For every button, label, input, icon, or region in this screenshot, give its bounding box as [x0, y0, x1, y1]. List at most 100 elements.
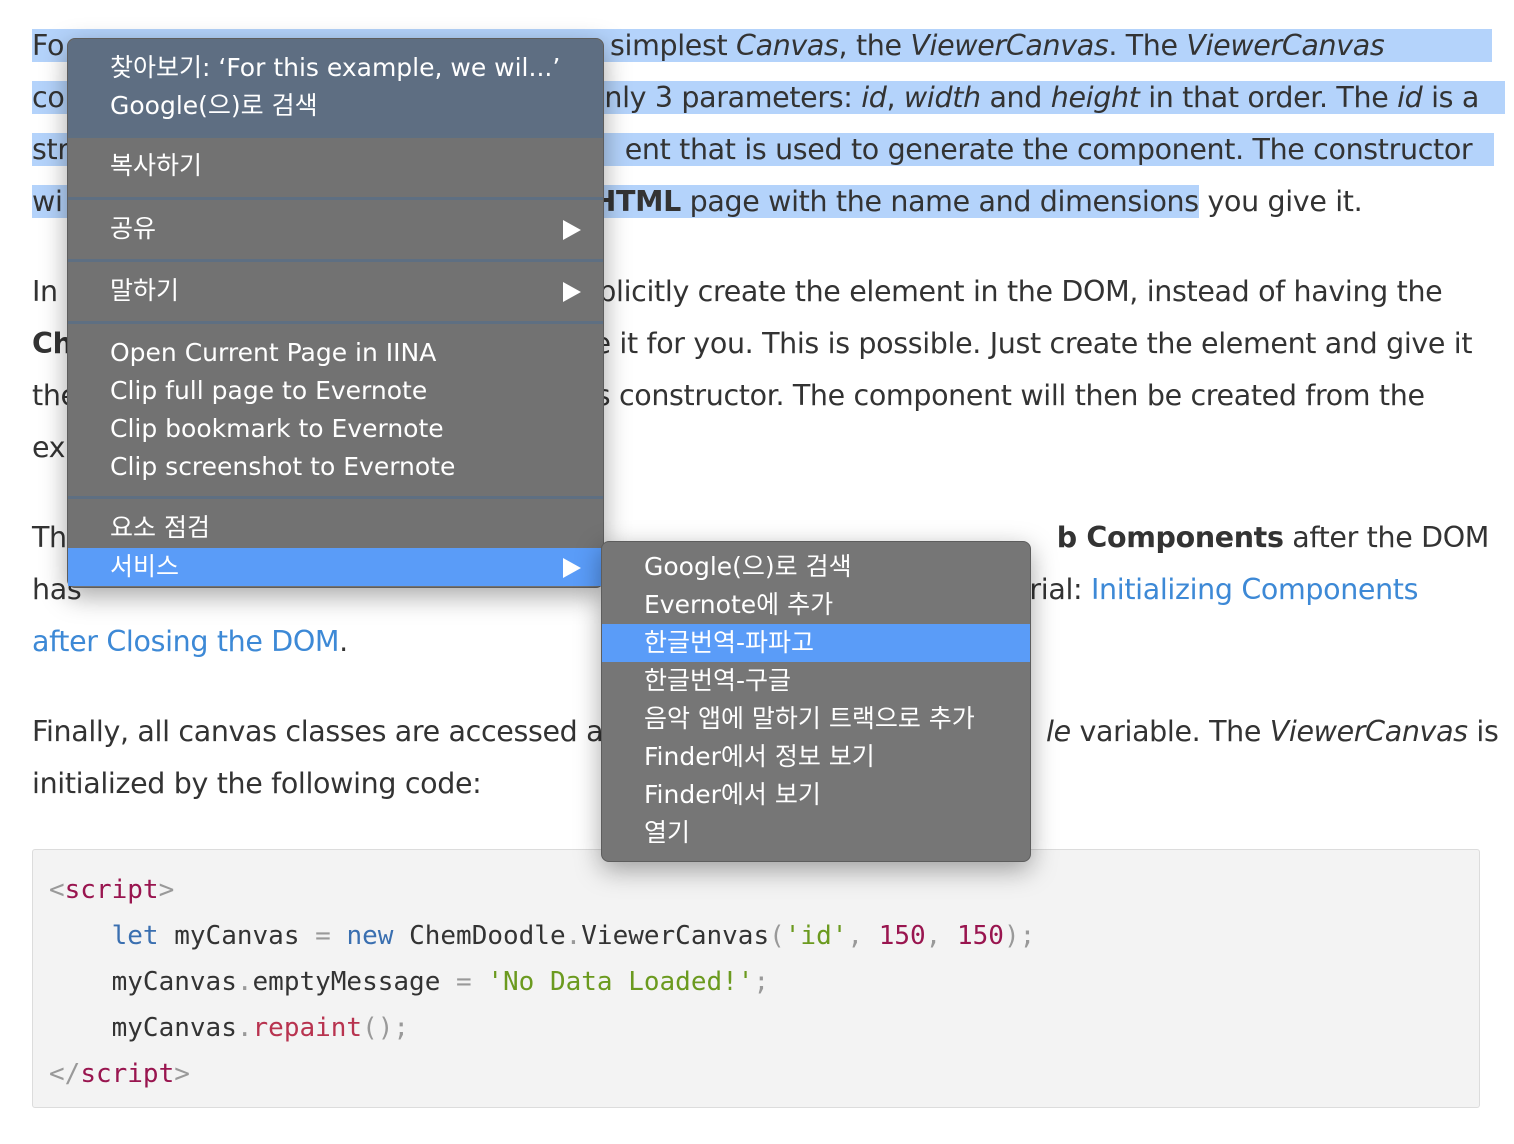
code-token: 'id'	[784, 921, 848, 951]
menu-item-search-google[interactable]: Google(으)로 검색	[68, 87, 603, 125]
menu-item-services[interactable]: 서비스	[68, 548, 603, 586]
text: width	[903, 81, 981, 114]
menu-item-clip-screenshot[interactable]: Clip screenshot to Evernote	[68, 448, 603, 486]
paragraph-4-line-2: initialized by the following code:	[32, 758, 482, 810]
text: HTML	[592, 185, 682, 218]
code-token: =	[315, 921, 331, 951]
text: b Components	[1056, 521, 1284, 554]
text: Canvas	[736, 29, 839, 62]
text: is	[1467, 715, 1499, 748]
code-token: myCanvas	[111, 967, 237, 997]
service-item-google-search[interactable]: Google(으)로 검색	[602, 548, 1030, 586]
code-line-5: </script>	[49, 1051, 190, 1097]
submenu-arrow-icon	[563, 282, 581, 302]
code-token: .	[236, 967, 253, 997]
text: e it for you. This is possible. Just cre…	[593, 327, 1473, 360]
text: le	[1046, 715, 1071, 748]
text: str	[32, 133, 69, 166]
menu-item-lookup[interactable]: 찾아보기: ‘For this example, we wil...’	[68, 49, 603, 87]
menu-separator	[68, 259, 603, 262]
menu-separator	[68, 135, 603, 138]
service-item-finder-info[interactable]: Finder에서 정보 보기	[602, 738, 1030, 776]
text: Fo	[32, 29, 65, 62]
code-token: repaint	[252, 1013, 363, 1043]
text: e simplest	[584, 29, 737, 62]
service-item-papago-translate[interactable]: 한글번역-파파고	[602, 624, 1030, 662]
code-token: ,	[925, 921, 957, 951]
text: after the DOM	[1283, 521, 1490, 554]
menu-item-copy[interactable]: 복사하기	[68, 147, 603, 185]
text: ViewerCanvas	[1186, 29, 1385, 62]
code-line-1: <script>	[49, 867, 174, 913]
text: height	[1050, 81, 1140, 114]
code-token: );	[1003, 921, 1036, 951]
text: Finally, all canvas classes are accessed…	[32, 715, 615, 748]
service-item-finder-reveal[interactable]: Finder에서 보기	[602, 776, 1030, 814]
link-after-closing-dom[interactable]: after Closing the DOM	[32, 625, 340, 658]
code-token: </	[49, 1059, 81, 1089]
submenu-arrow-icon	[563, 220, 581, 240]
text: . The	[1108, 29, 1187, 62]
code-line-4: myCanvas.repaint();	[49, 1005, 409, 1051]
text: id	[1397, 81, 1423, 114]
text: ViewerCanvas	[1269, 715, 1468, 748]
text: co	[32, 81, 65, 114]
text: wi	[32, 185, 63, 218]
code-token: emptyMessage	[252, 967, 457, 997]
context-menu: 찾아보기: ‘For this example, we wil...’ Goog…	[67, 38, 604, 588]
service-item-evernote-add[interactable]: Evernote에 추가	[602, 586, 1030, 624]
menu-item-clip-full-page[interactable]: Clip full page to Evernote	[68, 372, 603, 410]
text: , the	[838, 29, 911, 62]
text: Th	[32, 521, 67, 554]
paragraph-3-line-3: after Closing the DOM.	[32, 616, 348, 668]
code-token: >	[174, 1059, 190, 1089]
code-token: myCanvas	[111, 1013, 237, 1043]
text: is a	[1422, 81, 1480, 114]
menu-item-inspect[interactable]: 요소 점검	[68, 509, 603, 547]
code-token: ChemDoodle	[393, 921, 566, 951]
code-token: .	[236, 1013, 253, 1043]
code-token: new	[346, 921, 394, 951]
code-token: script	[64, 875, 159, 905]
code-token: script	[80, 1059, 175, 1089]
code-token: (	[769, 921, 785, 951]
text: initialized by the following code:	[32, 767, 482, 800]
text: In	[32, 275, 58, 308]
menu-item-speech[interactable]: 말하기	[68, 272, 603, 310]
link-initializing-components[interactable]: Initializing Components	[1091, 573, 1418, 606]
menu-separator	[68, 321, 603, 324]
menu-item-open-iina[interactable]: Open Current Page in IINA	[68, 334, 603, 372]
services-submenu: Google(으)로 검색 Evernote에 추가 한글번역-파파고 한글번역…	[601, 541, 1031, 862]
text: ViewerCanvas	[910, 29, 1109, 62]
code-token: <	[49, 875, 65, 905]
text: ,	[886, 81, 904, 114]
submenu-arrow-icon	[563, 558, 581, 578]
menu-item-services-label: 서비스	[110, 552, 180, 581]
menu-item-clip-bookmark[interactable]: Clip bookmark to Evernote	[68, 410, 603, 448]
menu-separator	[68, 496, 603, 499]
code-token: 150	[878, 921, 926, 951]
text: ent that is used to generate the compone…	[624, 133, 1473, 166]
text: id	[861, 81, 887, 114]
text: variable. The	[1070, 715, 1270, 748]
service-item-google-translate[interactable]: 한글번역-구글	[602, 662, 1030, 700]
text: you give it.	[1198, 185, 1363, 218]
code-token: ();	[362, 1013, 410, 1043]
service-item-open[interactable]: 열기	[602, 814, 1030, 852]
text: page with the name and dimensions	[680, 185, 1199, 218]
code-token: let	[111, 921, 159, 951]
service-item-music-spoken-track[interactable]: 음악 앱에 말하기 트랙으로 추가	[602, 700, 1030, 738]
text: and	[980, 81, 1051, 114]
code-token: =	[456, 967, 472, 997]
code-token: .	[565, 921, 582, 951]
code-line-2: let myCanvas = new ChemDoodle.ViewerCanv…	[49, 913, 1036, 959]
menu-item-share[interactable]: 공유	[68, 210, 603, 248]
text: xplicitly create the element in the DOM,…	[581, 275, 1443, 308]
text: in that order. The	[1139, 81, 1398, 114]
code-token: >	[158, 875, 175, 905]
text: .	[339, 625, 348, 658]
